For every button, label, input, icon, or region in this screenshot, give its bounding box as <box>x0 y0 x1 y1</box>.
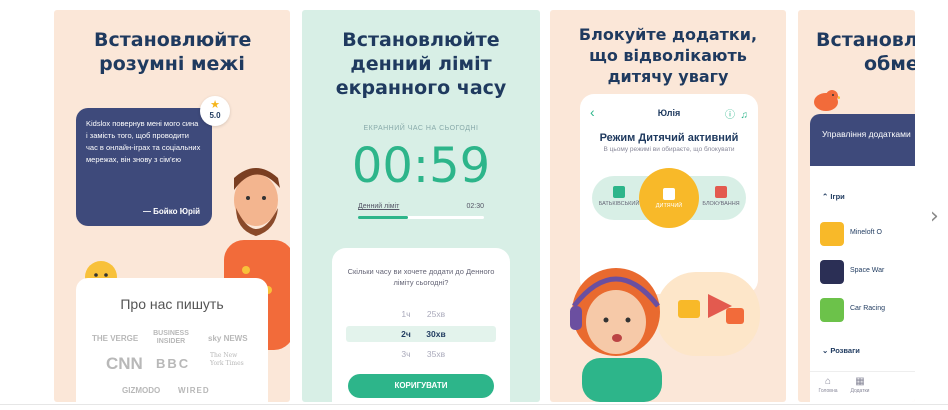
girl-with-headphones-illustration <box>570 268 662 402</box>
time-picker-option[interactable]: 3ч 35хв <box>346 346 496 362</box>
app-row[interactable]: Car Racing <box>820 298 915 324</box>
screenshot-card-smart-limits[interactable]: Встановлюйте розумні межі Kidslox поверн… <box>54 10 290 402</box>
bird-illustration <box>814 90 840 111</box>
press-logo-wired: WIRED <box>178 386 210 395</box>
daily-limit-row: Денний ліміт 02:30 <box>358 203 484 210</box>
rating-badge: ★ 5.0 <box>200 96 230 126</box>
star-icon: ★ <box>210 99 220 111</box>
press-logo-nyt: The New York Times <box>210 352 244 367</box>
picker-minutes: 30хв <box>426 329 446 339</box>
lock-icon <box>715 186 727 198</box>
app-icon <box>820 298 844 322</box>
app-row[interactable]: Mineloft O <box>820 222 915 248</box>
section-entertainment[interactable]: ⌄ Розваги <box>822 346 860 355</box>
mode-switcher: БАТЬКІВСЬКИЙ ДИТЯЧИЙ БЛОКУВАННЯ <box>592 168 746 228</box>
press-logo-gizmodo: GIZMODO <box>122 386 161 395</box>
review-quote: Kidslox повернув мені мого сина і заміст… <box>76 108 212 226</box>
review-text: Kidslox повернув мені мого сина і заміст… <box>86 119 201 164</box>
screenshot-card-block-apps[interactable]: Блокуйте додатки, що відволікають дитячу… <box>550 10 786 402</box>
app-name: Mineloft O <box>850 229 882 236</box>
heading-line: обмеж <box>864 53 915 75</box>
review-author: — Бойко Юрій <box>142 207 200 216</box>
mode-subtitle: В цьому режимі ви обираєте, що блокувати <box>603 146 735 153</box>
parent-icon <box>613 186 625 198</box>
bottom-tab-bar: ⌂ Головна ▦ Додатки <box>810 371 915 402</box>
press-logo-business-insider: BUSINESS INSIDER <box>153 330 189 345</box>
daily-limit-value: 02:30 <box>466 203 484 210</box>
daily-limit-progress <box>358 216 484 219</box>
card-heading: Встановлюобмеж <box>816 28 915 76</box>
daily-limit-label: Денний ліміт <box>358 203 400 210</box>
section-label: Ігри <box>830 192 845 201</box>
screen-time-timer: 00:59 <box>351 138 491 194</box>
child-icon <box>663 188 675 200</box>
tab-home[interactable]: ⌂ Головна <box>816 376 840 394</box>
press-logo-sky-news: sky NEWS <box>208 334 248 343</box>
divider <box>0 404 948 405</box>
screenshot-card-daily-limit[interactable]: Встановлюйте денний ліміт екранного часу… <box>302 10 540 402</box>
rating-value: 5.0 <box>209 111 221 120</box>
grid-icon: ▦ <box>855 376 865 387</box>
mode-label: БЛОКУВАННЯ <box>702 201 740 207</box>
mode-child-active[interactable]: ДИТЯЧИЙ <box>639 168 699 228</box>
tab-apps[interactable]: ▦ Додатки <box>848 376 872 394</box>
mode-title: Режим Дитячий активний <box>599 132 739 144</box>
time-picker-option-selected[interactable]: 2ч 30хв <box>346 326 496 342</box>
app-row[interactable]: Space War <box>820 260 915 286</box>
mode-block[interactable]: БЛОКУВАННЯ <box>696 176 746 207</box>
press-logo-bbc: BBC <box>156 356 191 371</box>
time-picker-option[interactable]: 1ч 25хв <box>346 306 496 322</box>
carousel-next-button[interactable]: › <box>930 204 939 229</box>
tab-label: Головна <box>818 388 838 394</box>
section-label: Розваги <box>830 346 860 355</box>
panel-header: Управління додатками <box>810 114 915 166</box>
help-bell-icons[interactable]: ⓘ ♫ <box>725 106 748 121</box>
heading-line: Встановлю <box>816 29 915 51</box>
app-icon <box>820 260 844 284</box>
daily-limit-progress-fill <box>358 216 409 219</box>
add-time-panel: Скільки часу ви хочете додати до Денного… <box>332 248 510 402</box>
app-name: Car Racing <box>850 305 886 312</box>
section-games[interactable]: ⌃ Ігри <box>822 192 845 201</box>
press-title: Про нас пишуть <box>120 296 224 312</box>
picker-hours: 2ч <box>401 329 411 339</box>
picker-hours: 1ч <box>401 309 411 319</box>
card-heading: Блокуйте додатки, що відволікають дитячу… <box>578 25 758 86</box>
add-time-question: Скільки часу ви хочете додати до Денного… <box>347 267 495 287</box>
picker-hours: 3ч <box>401 349 411 359</box>
app-management-panel: Управління додатками ⌃ Ігри Mineloft O S… <box>810 114 915 402</box>
adjust-button[interactable]: КОРИГУВАТИ <box>348 374 494 398</box>
mode-label: ДИТЯЧИЙ <box>655 203 683 209</box>
press-logo-cnn: CNN <box>106 354 143 373</box>
screenshot-card-app-limits[interactable]: Встановлюобмеж Управління додатками ⌃ Іг… <box>798 10 915 402</box>
picker-minutes: 35хв <box>426 349 446 359</box>
picker-minutes: 25хв <box>426 309 446 319</box>
card-heading: Встановлюйте розумні межі <box>94 29 252 75</box>
card-heading: Встановлюйте денний ліміт екранного часу <box>335 29 507 99</box>
press-panel: Про нас пишуть THE VERGE BUSINESS INSIDE… <box>76 278 268 402</box>
app-icon <box>820 222 844 246</box>
app-name: Space War <box>850 267 885 274</box>
mode-parent[interactable]: БАТЬКІВСЬКИЙ <box>594 176 644 207</box>
screenshot-carousel: Встановлюйте розумні межі Kidslox поверн… <box>0 0 948 410</box>
tab-label: Додатки <box>850 388 870 394</box>
screen-time-caption: ЕКРАННИЙ ЧАС НА СЬОГОДНІ <box>363 125 479 132</box>
home-icon: ⌂ <box>824 376 832 387</box>
mode-label: БАТЬКІВСЬКИЙ <box>598 201 640 207</box>
press-logo-verge: THE VERGE <box>92 334 139 343</box>
